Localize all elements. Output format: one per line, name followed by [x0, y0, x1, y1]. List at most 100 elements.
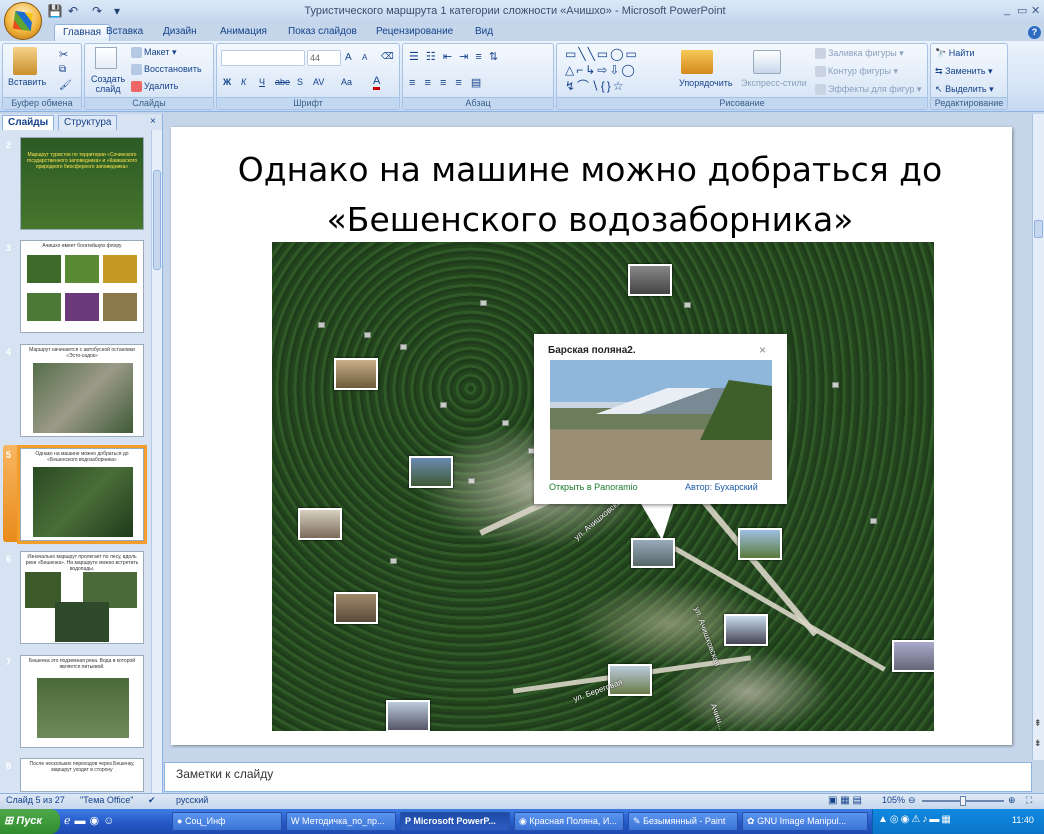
map-dot-marker[interactable] [684, 302, 691, 308]
paste-button[interactable]: Вставить [8, 77, 46, 87]
office-button[interactable] [4, 2, 42, 40]
zoom-level[interactable]: 105% [882, 795, 905, 805]
slide-scrollbar[interactable]: ⇞ ⇟ [1032, 114, 1044, 760]
slide-thumbnail-5[interactable]: Однако на машине можно добраться до «Беш… [17, 445, 147, 544]
popup-photo[interactable] [550, 360, 772, 480]
arrange-button[interactable]: Упорядочить [679, 78, 733, 88]
tab-outline[interactable]: Структура [58, 115, 118, 130]
font-size-input[interactable]: 44 [307, 50, 341, 66]
new-slide-icon[interactable] [95, 47, 117, 69]
redo-icon[interactable]: ↷ [88, 4, 106, 20]
clear-format-icon[interactable]: ⌫ [381, 51, 394, 62]
theme-name[interactable]: "Тема Office" [80, 795, 133, 805]
quick-launch-icons[interactable]: ℯ▬◉☺ [64, 814, 118, 827]
font-family-input[interactable] [221, 50, 305, 66]
popup-author[interactable]: Автор: Бухарский [685, 482, 758, 492]
shape-fill-button[interactable]: Заливка фигуры ▾ [815, 48, 904, 60]
next-slide-icon[interactable]: ⇟ [1034, 738, 1042, 749]
zoom-slider-thumb[interactable] [960, 796, 966, 806]
map-photo-marker[interactable] [334, 358, 378, 390]
tab-insert[interactable]: Вставка [98, 24, 151, 41]
tab-view[interactable]: Вид [467, 24, 501, 41]
shape-effects-button[interactable]: Эффекты для фигур ▾ [815, 84, 921, 96]
start-button[interactable]: ⊞ Пуск [0, 809, 60, 834]
scroll-thumb[interactable] [1034, 220, 1043, 238]
map-dot-marker[interactable] [318, 322, 325, 328]
view-buttons-icon[interactable]: ▣ ▦ ▤ [828, 795, 862, 806]
map-photo-marker[interactable] [298, 508, 342, 540]
copy-icon[interactable]: ⧉ [59, 64, 66, 75]
strike-button[interactable]: abe [275, 77, 290, 87]
slide-thumbnail-2[interactable]: Маршрут туристов по территории «Сочинско… [20, 137, 144, 230]
taskbar-item[interactable]: ✎ Безымянный - Paint [628, 812, 738, 831]
taskbar-item[interactable]: ● Соц_Инф [172, 812, 282, 831]
map-dot-marker[interactable] [390, 558, 397, 564]
map-dot-marker[interactable] [502, 420, 509, 426]
tab-slideshow[interactable]: Показ слайдов [280, 24, 365, 41]
taskbar-item[interactable]: ✿ GNU Image Manipul... [742, 812, 868, 831]
undo-icon[interactable]: ↶ [64, 4, 82, 20]
map-dot-marker[interactable] [364, 332, 371, 338]
italic-button[interactable]: К [241, 77, 246, 87]
map-photo-marker[interactable] [334, 592, 378, 624]
close-button[interactable]: ✕ [1031, 4, 1040, 17]
taskbar-item[interactable]: P Microsoft PowerP... [400, 812, 510, 831]
customize-qat-icon[interactable]: ▾ [108, 4, 126, 20]
map-photo-marker[interactable] [892, 640, 934, 672]
new-slide-button[interactable]: Создать слайд [91, 74, 125, 94]
slide-thumbnail-6[interactable]: Изначально маршрут пролегает по лесу, вд… [20, 551, 144, 644]
shadow-button[interactable]: S [297, 77, 303, 87]
quick-styles-button[interactable]: Экспресс-стили [741, 78, 807, 88]
spellcheck-icon[interactable]: ✔ [148, 795, 156, 806]
map-photo-marker[interactable] [724, 614, 768, 646]
taskbar-item[interactable]: ◉ Красная Поляна, И... [514, 812, 624, 831]
arrange-icon[interactable] [681, 50, 713, 74]
shapes-gallery-icon[interactable]: ▭╲╲▭◯▭ △⌐↳⇨⇩◯ ↯⌒∖{}☆ [565, 46, 665, 94]
align-buttons-icon[interactable]: ≡ ≡ ≡ ≡ ▤ [409, 76, 484, 89]
map-dot-marker[interactable] [440, 402, 447, 408]
minimize-button[interactable]: _ [1004, 4, 1010, 16]
map-photo-marker[interactable] [628, 264, 672, 296]
paste-icon[interactable] [13, 47, 37, 75]
tray-icons[interactable]: ▲◎◉⚠♪▬▦ [878, 814, 953, 825]
slide-thumbnail-4[interactable]: Маршрут начинается с автобусной остановк… [20, 344, 144, 437]
char-spacing-button[interactable]: AV [313, 77, 324, 87]
restore-button[interactable]: ▭ [1017, 4, 1027, 17]
select-button[interactable]: ↖ Выделить ▾ [935, 84, 994, 95]
tab-slides[interactable]: Слайды [2, 115, 55, 130]
map-dot-marker[interactable] [480, 300, 487, 306]
reset-button[interactable]: Восстановить [131, 64, 202, 76]
format-painter-icon[interactable]: 🖌 [59, 80, 72, 91]
font-color-button[interactable]: A [373, 75, 381, 90]
map-dot-marker[interactable] [832, 382, 839, 388]
grow-font-button[interactable]: A [345, 52, 352, 63]
shape-outline-button[interactable]: Контур фигуры ▾ [815, 66, 898, 78]
slide-thumbnail-3[interactable]: Ачишхо имеет богатейшую флору [20, 240, 144, 333]
map-photo-marker[interactable] [409, 456, 453, 488]
find-button[interactable]: 🔭 Найти [935, 48, 974, 59]
map-dot-marker[interactable] [870, 518, 877, 524]
open-in-panoramio-link[interactable]: Открыть в Panoramio [549, 482, 638, 492]
slide-thumbnail-8[interactable]: После нескольких переходов через Бешенку… [20, 758, 144, 792]
zoom-in-icon[interactable]: ⊕ [1008, 795, 1016, 806]
shrink-font-button[interactable]: A [362, 53, 367, 62]
taskbar-item[interactable]: W Методичка_по_пр... [286, 812, 396, 831]
quick-styles-icon[interactable] [753, 50, 781, 74]
change-case-button[interactable]: Aa [341, 77, 352, 87]
map-photo-marker[interactable] [738, 528, 782, 560]
map-photo-marker[interactable] [386, 700, 430, 731]
panel-close-icon[interactable]: × [150, 116, 156, 127]
notes-placeholder[interactable]: Заметки к слайду [176, 767, 273, 781]
bold-button[interactable]: Ж [223, 77, 231, 87]
scroll-thumb[interactable] [153, 170, 161, 270]
save-icon[interactable]: 💾 [46, 4, 64, 20]
delete-slide-button[interactable]: Удалить [131, 81, 178, 93]
popup-close-icon[interactable]: × [759, 343, 766, 357]
notes-pane[interactable] [164, 762, 1032, 792]
tab-design[interactable]: Дизайн [155, 24, 205, 41]
layout-button[interactable]: Макет ▾ [131, 47, 177, 59]
help-icon[interactable]: ? [1028, 26, 1041, 39]
map-photo-marker[interactable] [631, 538, 675, 568]
fit-slide-icon[interactable]: ⛶ [1026, 795, 1032, 806]
tab-animation[interactable]: Анимация [212, 24, 275, 41]
